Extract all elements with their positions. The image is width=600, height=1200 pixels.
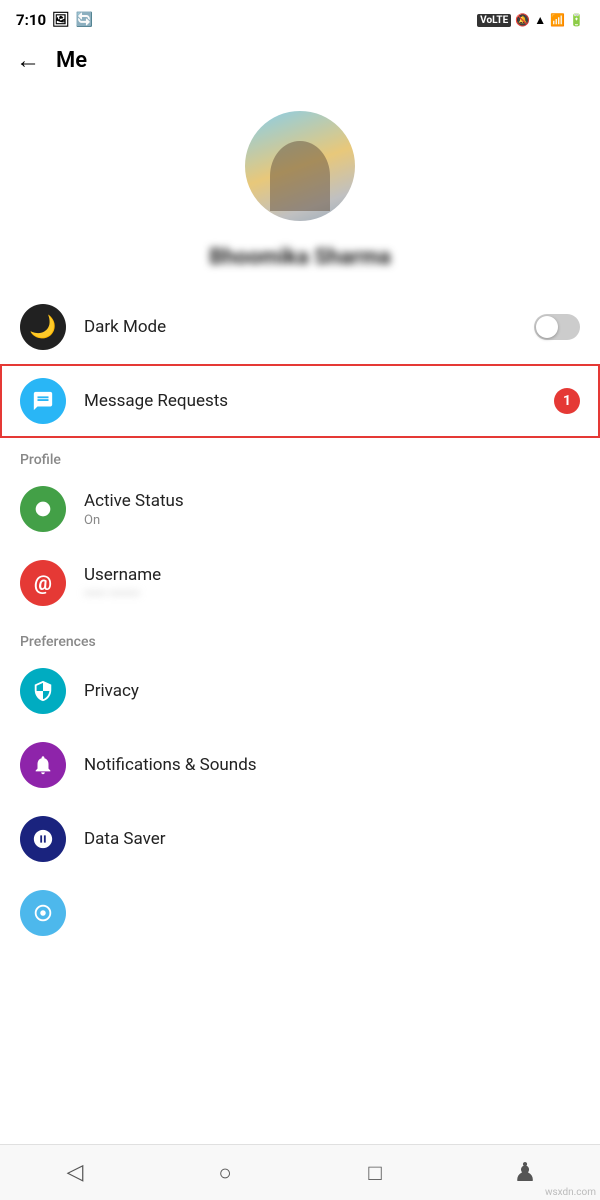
top-nav: ← Me [0, 36, 600, 91]
username-label: Username [84, 565, 580, 585]
siri-item[interactable] [0, 876, 600, 950]
message-requests-label: Message Requests [84, 391, 536, 411]
username-content: Username ••••• ••••••• [84, 565, 580, 602]
username-icon: @ [20, 560, 66, 606]
username-item[interactable]: @ Username ••••• ••••••• [0, 546, 600, 620]
privacy-icon [20, 668, 66, 714]
privacy-item[interactable]: Privacy [0, 654, 600, 728]
data-saver-icon [20, 816, 66, 862]
privacy-label: Privacy [84, 681, 580, 701]
toggle-knob [536, 316, 558, 338]
mute-icon: 🔕 [515, 13, 530, 27]
active-status-label: Active Status [84, 491, 580, 511]
data-saver-item[interactable]: Data Saver [0, 802, 600, 876]
status-bar: 7:10 🖼 🔄 VoLTE 🔕 ▲ 📶 🔋 [0, 0, 600, 36]
nav-home-button[interactable]: ○ [195, 1153, 255, 1193]
dark-mode-item[interactable]: 🌙 Dark Mode [0, 290, 600, 364]
dark-mode-toggle[interactable] [534, 314, 580, 340]
gallery-icon: 🖼 [52, 12, 70, 28]
username-value: ••••• ••••••• [84, 587, 580, 602]
profile-section-label: Profile [0, 438, 600, 472]
signal-icon: 📶 [550, 13, 565, 27]
battery-icon: 🔋 [569, 13, 584, 27]
nav-recents-button[interactable]: □ [345, 1153, 405, 1193]
active-status-sublabel: On [84, 513, 580, 528]
message-requests-item[interactable]: Message Requests 1 [0, 364, 600, 438]
status-time: 7:10 🖼 🔄 [16, 11, 93, 29]
volte-badge: VoLTE [477, 14, 511, 27]
watermark: wsxdn.com [545, 1187, 596, 1198]
message-requests-icon [20, 378, 66, 424]
avatar[interactable] [245, 111, 355, 221]
status-icons: VoLTE 🔕 ▲ 📶 🔋 [477, 13, 584, 27]
notifications-item[interactable]: Notifications & Sounds [0, 728, 600, 802]
active-status-content: Active Status On [84, 491, 580, 528]
avatar-section [0, 91, 600, 231]
time-label: 7:10 [16, 11, 46, 29]
dark-mode-icon: 🌙 [20, 304, 66, 350]
back-button[interactable]: ← [16, 46, 40, 75]
data-saver-label: Data Saver [84, 829, 580, 849]
bottom-nav: ◁ ○ □ ♟ [0, 1144, 600, 1200]
notifications-icon [20, 742, 66, 788]
active-status-icon [20, 486, 66, 532]
dark-mode-label: Dark Mode [84, 317, 516, 337]
avatar-silhouette [270, 141, 330, 211]
preferences-section-label: Preferences [0, 620, 600, 654]
siri-icon [20, 890, 66, 936]
page-title: Me [56, 48, 87, 73]
wifi-icon: ▲ [534, 13, 546, 27]
nav-back-button[interactable]: ◁ [45, 1153, 105, 1193]
message-requests-badge: 1 [554, 388, 580, 414]
active-status-item[interactable]: Active Status On [0, 472, 600, 546]
user-display-name: Bhoomika Sharma [0, 245, 600, 270]
messenger-icon: 🔄 [76, 12, 93, 28]
notifications-label: Notifications & Sounds [84, 755, 580, 775]
